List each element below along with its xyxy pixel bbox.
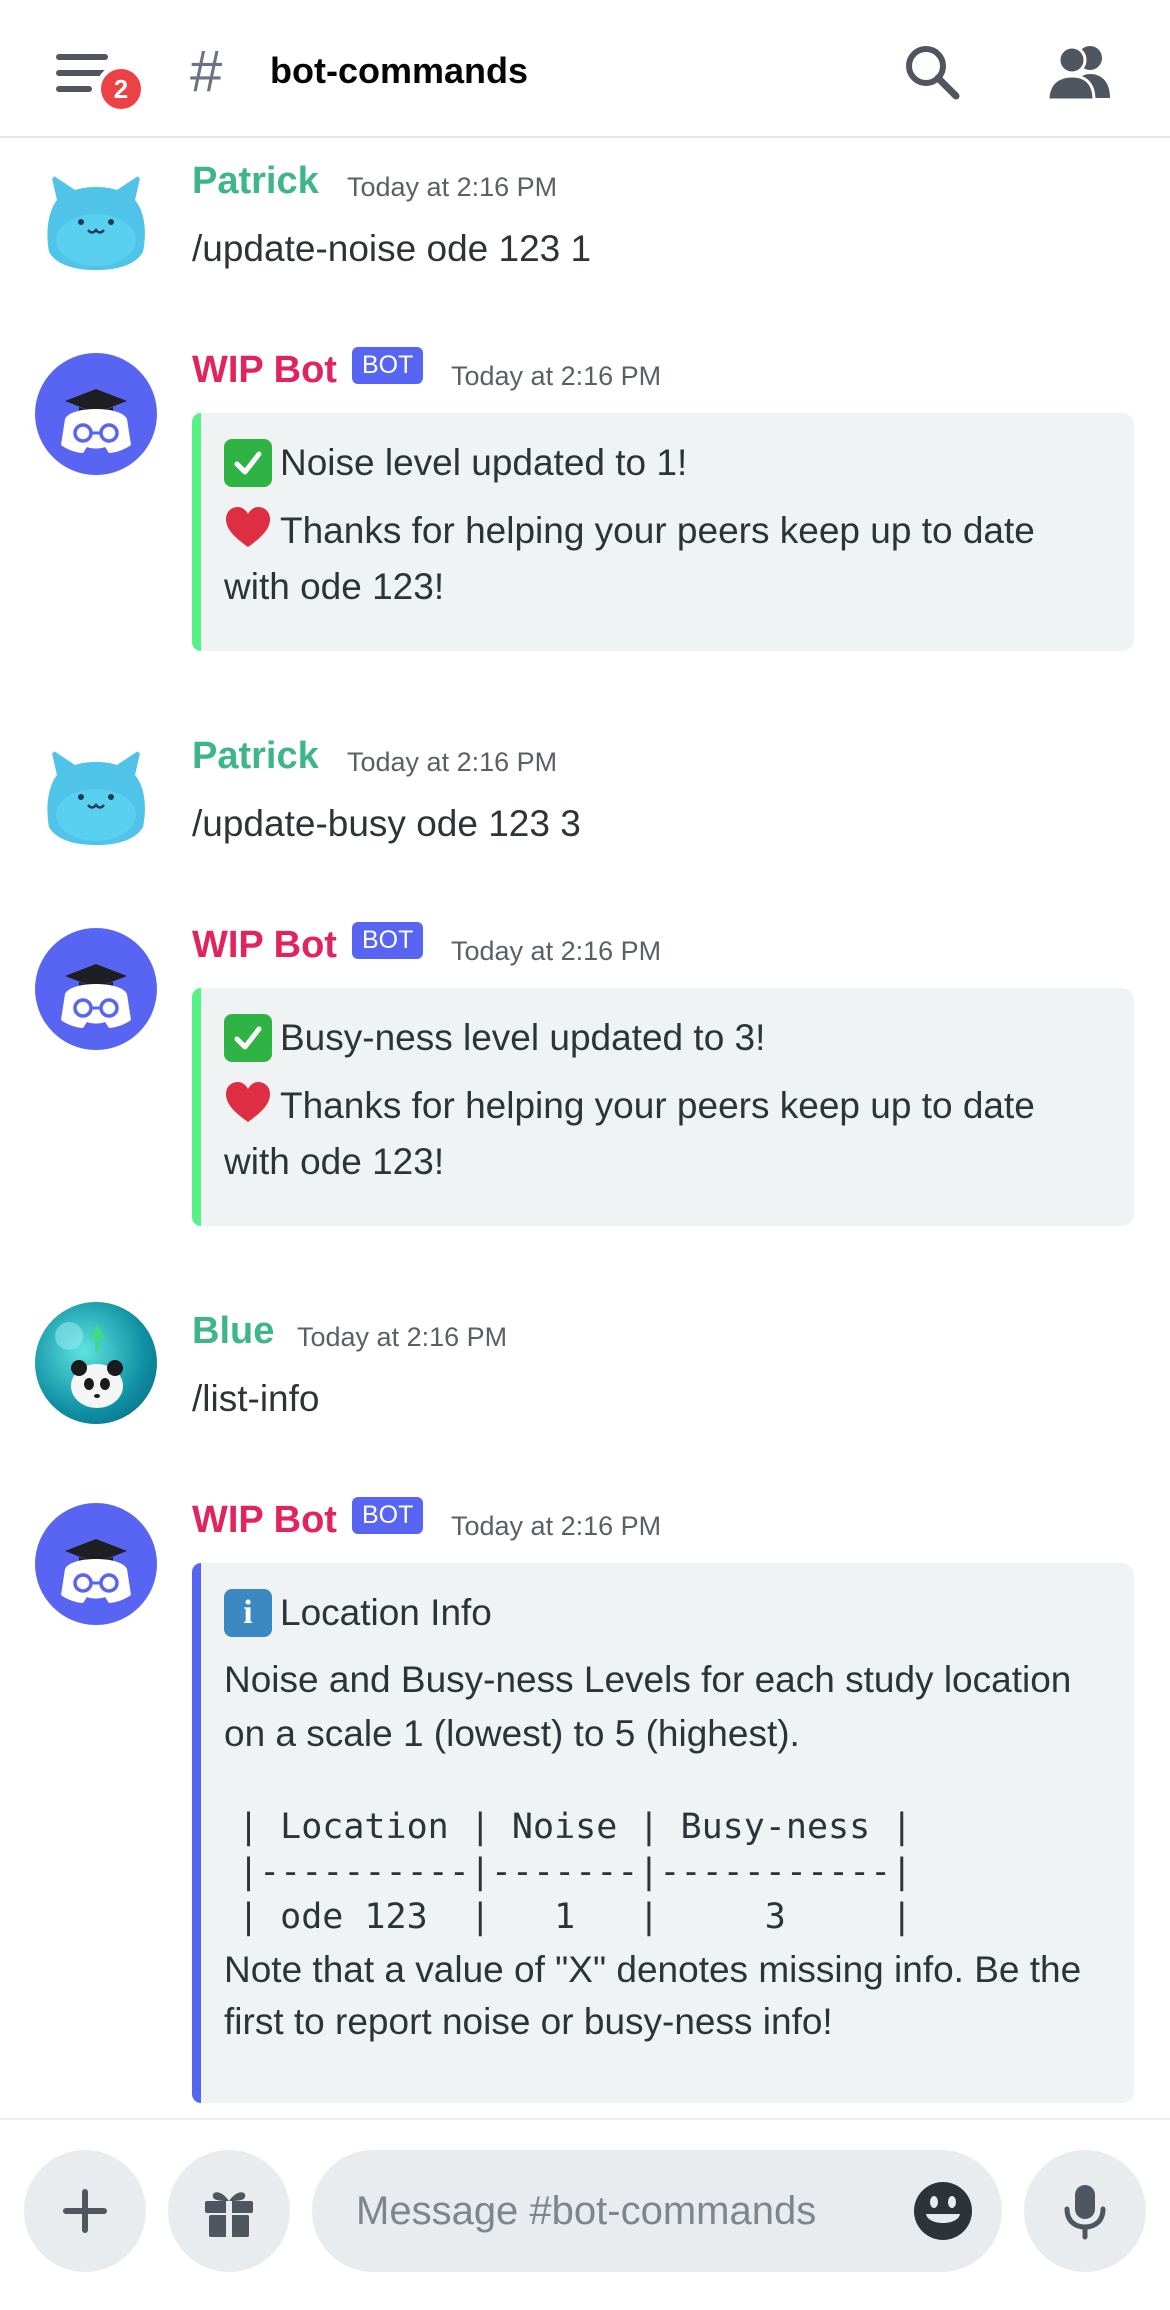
check-mark-icon <box>224 439 272 487</box>
embed-title: Busy-ness level updated to 3! <box>224 1014 1104 1062</box>
search-icon[interactable] <box>900 40 964 104</box>
embed-accent-bar <box>192 988 201 1226</box>
avatar[interactable] <box>35 353 157 475</box>
message-text: /update-busy ode 123 3 <box>192 803 581 844</box>
embed-note: Note that a value of "X" denotes missing… <box>224 1949 1082 2042</box>
author-name[interactable]: WIP Bot <box>192 349 337 392</box>
embed-title: Noise level updated to 1! <box>224 439 1104 487</box>
bot-tag-badge: BOT <box>352 347 424 384</box>
heart-icon <box>226 507 270 547</box>
timestamp: Today at 2:16 PM <box>451 1511 662 1541</box>
message-text: /list-info <box>192 1378 320 1419</box>
message-input[interactable] <box>354 2187 898 2235</box>
author-name[interactable]: Patrick <box>192 160 319 203</box>
check-mark-icon <box>224 1014 272 1062</box>
gift-button[interactable] <box>168 2150 290 2272</box>
timestamp: Today at 2:16 PM <box>347 747 558 777</box>
bot-tag-badge: BOT <box>352 922 424 959</box>
add-attachment-button[interactable] <box>24 2150 146 2272</box>
discord-bot-icon <box>61 389 131 453</box>
discord-bot-icon <box>61 1539 131 1603</box>
embed-description: Thanks for helping your peers keep up to… <box>224 503 1104 615</box>
timestamp: Today at 2:16 PM <box>451 936 662 966</box>
timestamp: Today at 2:16 PM <box>297 1322 508 1352</box>
channel-header: 2 # bot-commands <box>0 0 1170 138</box>
hash-icon: # <box>190 39 223 104</box>
embed: Noise level updated to 1! Thanks for hel… <box>192 413 1134 651</box>
timestamp: Today at 2:16 PM <box>347 172 558 202</box>
embed: Busy-ness level updated to 3! Thanks for… <box>192 988 1134 1226</box>
message-text: /update-noise ode 123 1 <box>192 228 592 269</box>
gift-icon <box>205 2192 253 2237</box>
members-icon[interactable] <box>1044 40 1114 104</box>
panda-avatar-icon <box>55 1322 123 1408</box>
embed-title: i Location Info <box>224 1589 1104 1637</box>
message-composer <box>0 2118 1170 2310</box>
author-name[interactable]: Patrick <box>192 735 319 778</box>
emoji-icon[interactable] <box>912 2180 974 2242</box>
info-table: | Location | Noise | Busy-ness | |------… <box>238 1807 913 1937</box>
bot-tag-badge: BOT <box>352 1497 424 1534</box>
embed-description: Noise and Busy-ness Levels for each stud… <box>224 1659 1072 1754</box>
author-name[interactable]: WIP Bot <box>192 924 337 967</box>
plus-icon <box>63 2189 107 2233</box>
embed-accent-bar <box>192 1563 201 2103</box>
heart-icon <box>226 1082 270 1122</box>
voice-message-button[interactable] <box>1024 2150 1146 2272</box>
avatar[interactable] <box>35 735 157 857</box>
avatar[interactable] <box>35 1503 157 1625</box>
timestamp: Today at 2:16 PM <box>451 361 662 391</box>
embed-description: Thanks for helping your peers keep up to… <box>224 1078 1104 1190</box>
message-input-wrapper[interactable] <box>312 2150 1002 2272</box>
notification-badge: 2 <box>96 64 146 114</box>
microphone-icon <box>1064 2185 1106 2240</box>
channel-title[interactable]: bot-commands <box>270 50 528 92</box>
avatar[interactable] <box>35 928 157 1050</box>
embed-accent-bar <box>192 413 201 651</box>
information-icon: i <box>224 1589 272 1637</box>
avatar[interactable] <box>35 160 157 282</box>
discord-bot-icon <box>61 964 131 1028</box>
author-name[interactable]: WIP Bot <box>192 1499 337 1542</box>
author-name[interactable]: Blue <box>192 1310 274 1353</box>
embed: i Location Info Noise and Busy-ness Leve… <box>192 1563 1134 2103</box>
avatar[interactable] <box>35 1302 157 1424</box>
